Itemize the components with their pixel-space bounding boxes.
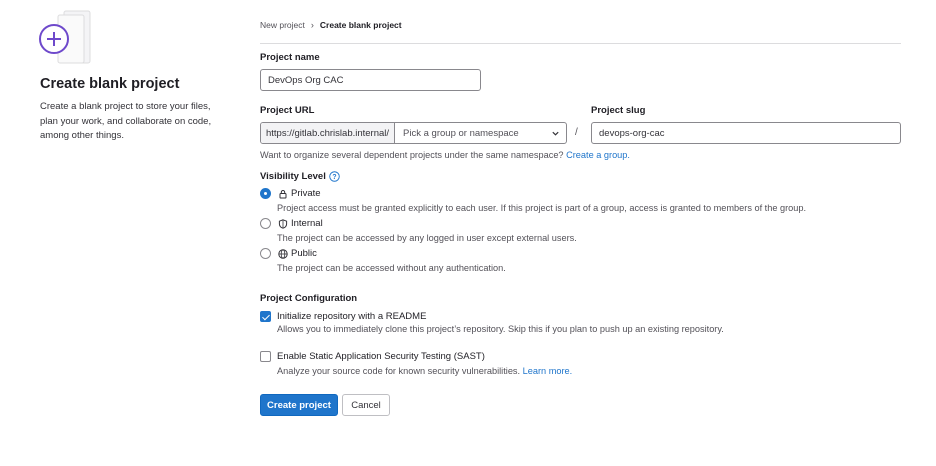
readme-label: Initialize repository with a README <box>277 311 427 322</box>
breadcrumb-new-project[interactable]: New project <box>260 20 305 30</box>
create-group-link[interactable]: Create a group. <box>566 150 630 160</box>
public-label: Public <box>291 248 317 259</box>
sast-option[interactable]: Enable Static Application Security Testi… <box>260 351 485 362</box>
private-description: Project access must be granted explicitl… <box>277 203 807 213</box>
project-slug-input[interactable]: devops-org-cac <box>591 122 901 144</box>
private-label: Private <box>291 188 321 199</box>
learn-more-link[interactable]: Learn more. <box>523 366 573 376</box>
project-configuration-label: Project Configuration <box>260 293 358 304</box>
project-name-input[interactable]: DevOps Org CAC <box>260 69 481 91</box>
panel-description: Create a blank project to store your fil… <box>40 101 212 141</box>
breadcrumb: New project › Create blank project <box>260 20 402 30</box>
svg-text:?: ? <box>332 174 336 181</box>
readme-option[interactable]: Initialize repository with a README <box>260 311 426 322</box>
private-radio[interactable] <box>260 188 271 199</box>
internal-label: Internal <box>291 218 323 229</box>
project-url-group: https://gitlab.chrislab.internal/ Pick a… <box>260 122 567 144</box>
visibility-label: Visibility Level <box>260 171 326 182</box>
project-url-label: Project URL <box>260 105 315 116</box>
lock-icon <box>277 188 288 199</box>
namespace-help: Want to organize several dependent proje… <box>260 150 630 160</box>
question-circle-icon[interactable]: ? <box>329 171 340 182</box>
project-name-value: DevOps Org CAC <box>268 74 344 86</box>
public-radio[interactable] <box>260 248 271 259</box>
sast-description: Analyze your source code for known secur… <box>277 366 521 376</box>
create-project-button[interactable]: Create project <box>260 394 338 416</box>
new-project-illustration <box>39 10 91 64</box>
project-name-label: Project name <box>260 52 320 63</box>
breadcrumb-current: Create blank project <box>319 20 402 30</box>
panel-title: Create blank project <box>40 76 180 92</box>
visibility-label-row: Visibility Level ? <box>260 171 340 182</box>
sast-checkbox[interactable] <box>260 351 271 362</box>
sast-description-row: Analyze your source code for known secur… <box>277 366 572 376</box>
visibility-option-internal[interactable]: Internal <box>260 218 323 229</box>
namespace-help-text: Want to organize several dependent proje… <box>260 150 564 160</box>
chevron-right-icon: › <box>310 20 314 30</box>
namespace-placeholder: Pick a group or namespace <box>403 127 519 139</box>
globe-icon <box>277 248 288 259</box>
project-slug-value: devops-org-cac <box>599 127 665 139</box>
header-divider <box>260 43 901 44</box>
readme-checkbox[interactable] <box>260 311 271 322</box>
internal-radio[interactable] <box>260 218 271 229</box>
chevron-down-icon <box>552 131 559 136</box>
visibility-option-public[interactable]: Public <box>260 248 317 259</box>
project-slug-label: Project slug <box>591 105 646 116</box>
visibility-option-private[interactable]: Private <box>260 188 321 199</box>
namespace-select[interactable]: Pick a group or namespace <box>395 123 566 143</box>
cancel-button[interactable]: Cancel <box>342 394 390 416</box>
public-description: The project can be accessed without any … <box>277 263 506 273</box>
url-separator: / <box>575 127 578 138</box>
readme-description: Allows you to immediately clone this pro… <box>277 324 724 334</box>
url-prefix: https://gitlab.chrislab.internal/ <box>261 123 396 143</box>
internal-description: The project can be accessed by any logge… <box>277 233 577 243</box>
shield-icon <box>277 218 288 229</box>
sast-label: Enable Static Application Security Testi… <box>277 351 485 362</box>
